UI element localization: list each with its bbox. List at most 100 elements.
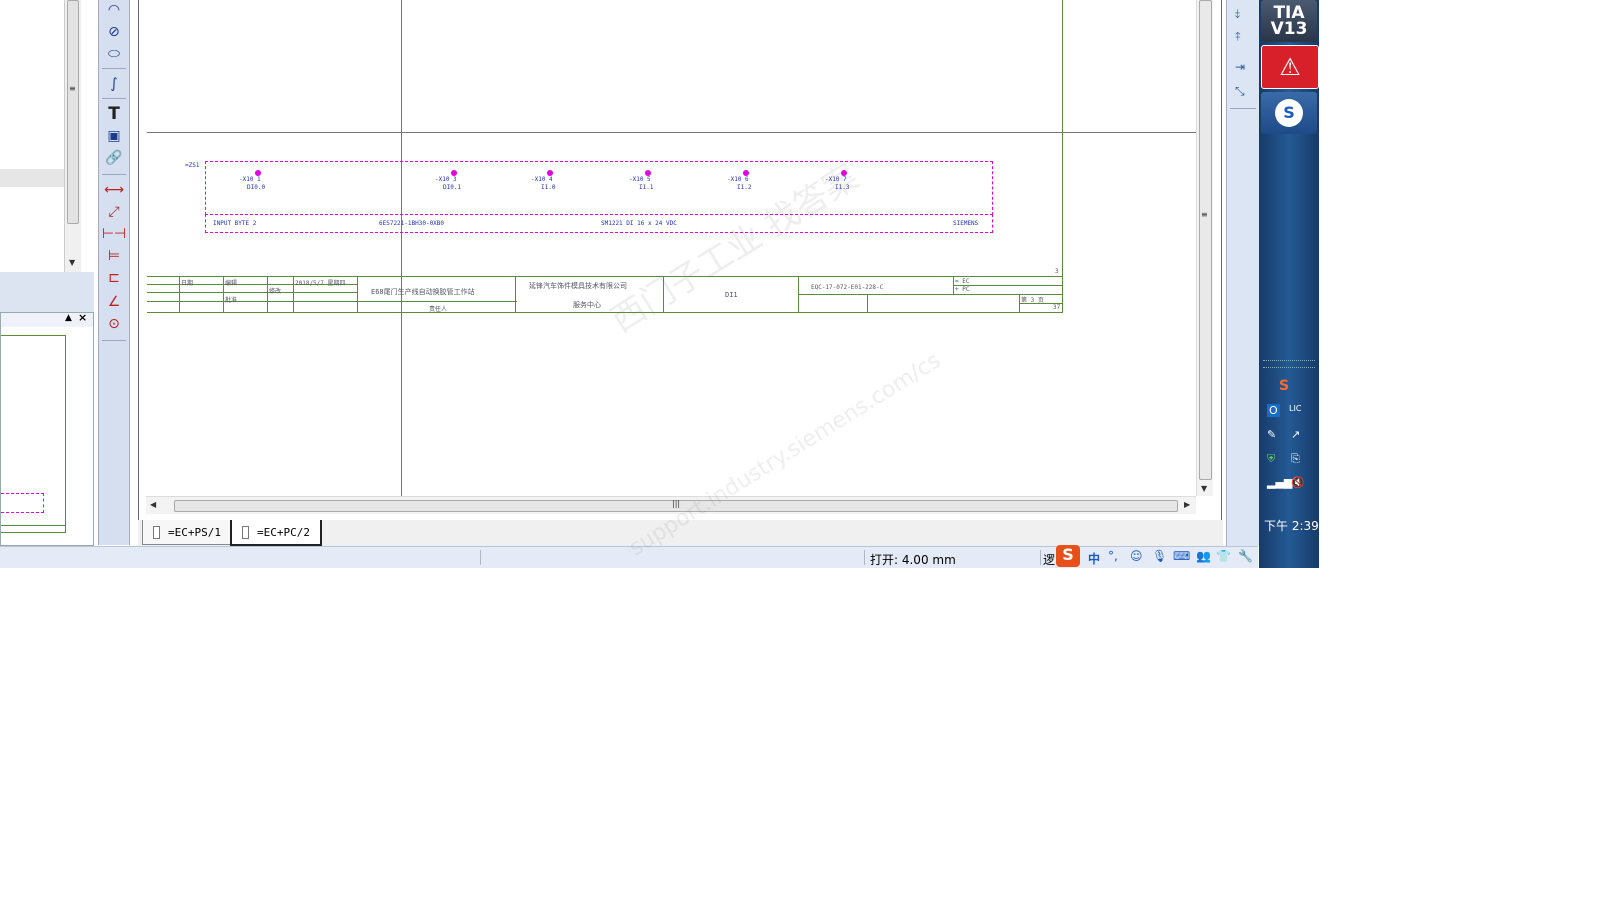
panel-close-icon[interactable]: ×	[78, 311, 87, 324]
terminal-id: -X10 1	[239, 176, 261, 183]
device-tag[interactable]: =ZS1	[185, 162, 199, 169]
dimension-linear-tool-icon[interactable]: ⟷	[103, 180, 125, 200]
tb-row-label: 编辑	[225, 280, 238, 287]
keyboard-icon[interactable]: ⌨	[1173, 549, 1190, 563]
panel-pin-icon[interactable]: ▲	[65, 313, 72, 323]
dimension-radius-tool-icon[interactable]: ⊙	[103, 314, 125, 334]
canvas-horizontal-scrollbar[interactable]: ◀ ||| ▶	[146, 496, 1196, 514]
input-byte-label: INPUT BYTE 2	[213, 220, 257, 227]
tb-dept: 服务中心	[573, 301, 601, 309]
usb-tray-icon[interactable]: ⎘	[1291, 452, 1300, 466]
tb-field-ec: = EC	[955, 278, 970, 285]
connection-toolbar: ⤈ ⤉ ⇥ ⤡	[1226, 0, 1259, 546]
ime-text: 逻	[1043, 553, 1056, 567]
scroll-right-arrow-icon[interactable]: ▶	[1184, 500, 1190, 509]
tb-company: 延锋汽车饰件模具技术有限公司	[529, 282, 627, 290]
signal-tray-icon[interactable]: ▂▄▆	[1267, 476, 1292, 489]
punctuation-icon[interactable]: °,	[1108, 549, 1118, 563]
spline-tool-icon[interactable]: ∫	[103, 74, 125, 94]
sogou-taskbar-button[interactable]: S	[1261, 92, 1317, 134]
canvas-vscroll-thumb[interactable]	[1199, 0, 1212, 480]
connection-up-icon[interactable]: ⤉	[1235, 30, 1240, 45]
network-tool-tray-icon[interactable]: ↗	[1291, 428, 1300, 441]
terminal-symbol[interactable]: -X10 3 DI0.1	[435, 168, 495, 198]
volume-muted-icon[interactable]: 🔇	[1291, 476, 1305, 489]
tb-page-of: 第 3 页	[1021, 297, 1044, 304]
skin-icon[interactable]: 👕	[1216, 549, 1231, 563]
graphical-preview-panel: ▲ ×	[0, 311, 94, 546]
tb-row-label: 责任人	[429, 306, 448, 313]
grip-icon: ≡	[1201, 210, 1208, 219]
tab-label: =EC+PS/1	[168, 525, 221, 539]
settings-wrench-icon[interactable]: 🔧	[1238, 549, 1253, 563]
tb-date: 2018/5/7 星期四	[295, 280, 346, 287]
terminal-sub: DI0.0	[247, 184, 266, 191]
eplan-taskbar-button[interactable]: ⚠	[1261, 45, 1319, 89]
outlook-tray-icon[interactable]: O	[1267, 404, 1280, 417]
dimension-angle-tool-icon[interactable]: ∠	[103, 292, 125, 312]
tb-field-pc: + PC	[955, 286, 970, 293]
channel-label: I1.0	[541, 184, 556, 191]
tree-scroll-thumb[interactable]	[67, 0, 79, 224]
dimension-chain-tool-icon[interactable]: ⊢⊣	[102, 224, 126, 244]
panel-splitter[interactable]	[0, 272, 94, 312]
terminal-id: -X10 7	[825, 176, 847, 183]
terminal-symbol[interactable]: -X10 4 I1.0	[531, 168, 591, 198]
link-tool-icon[interactable]: 🔗	[103, 148, 125, 168]
connection-diagonal-icon[interactable]: ⤡	[1235, 84, 1245, 99]
connection-down-icon[interactable]: ⤈	[1235, 6, 1240, 21]
tab-ec-pc-2[interactable]: =EC+PC/2	[230, 520, 322, 546]
part-number-label: 6ES7221-1BH30-0XB0	[379, 220, 445, 227]
schematic-canvas[interactable]: =ZS1 -X10 1 DI0.0 -X10 3 DI0.1 -X10 4 I1…	[138, 0, 1222, 521]
image-tool-icon[interactable]: ▣	[103, 126, 125, 146]
status-open-value: 打开: 4.00 mm	[870, 553, 956, 567]
user-icon[interactable]: 👥	[1196, 549, 1211, 563]
terminal-symbol[interactable]: -X10 6 I1.2	[727, 168, 787, 198]
canvas-vertical-scrollbar[interactable]: ≡ ▼	[1196, 0, 1213, 496]
terminal-symbol[interactable]: -X10 7 I1.3	[825, 168, 885, 198]
channel-label: I1.1	[639, 184, 654, 191]
scroll-left-arrow-icon[interactable]: ◀	[150, 500, 156, 509]
terminal-id: -X10 5	[629, 176, 651, 183]
tia-version: V13	[1270, 19, 1308, 39]
security-tray-icon[interactable]: ⛨	[1267, 452, 1275, 466]
tab-ec-ps-1[interactable]: =EC+PS/1	[142, 520, 232, 545]
terminal-id: -X10 6	[727, 176, 749, 183]
sogou-tray-icon[interactable]: S	[1279, 378, 1289, 394]
tool-tray-icon[interactable]: ✎	[1267, 428, 1276, 441]
tree-vertical-scrollbar[interactable]: ≡ ▼	[64, 0, 81, 272]
terminal-symbol[interactable]: -X10 1 DI0.0	[239, 168, 299, 198]
tb-drawing-no: EQC-17-072-E01-228-C	[811, 284, 884, 291]
terminal-point-icon	[451, 170, 457, 176]
grip-icon: |||	[672, 499, 681, 508]
connection-right-icon[interactable]: ⇥	[1235, 60, 1245, 74]
module-label-box[interactable]	[205, 214, 993, 233]
selected-tree-row[interactable]	[0, 169, 64, 187]
tb-page-title: DI1	[725, 291, 738, 299]
dimension-aligned-tool-icon[interactable]: ⤢	[103, 202, 125, 222]
sogou-ime-icon[interactable]: S	[1056, 545, 1080, 567]
sheet-number: 3	[1055, 268, 1059, 275]
terminal-symbol[interactable]: -X10 5 I1.1	[629, 168, 689, 198]
microphone-icon[interactable]: 🎙	[1152, 549, 1167, 563]
terminal-point-icon	[841, 170, 847, 176]
emoji-icon[interactable]: ☺	[1130, 549, 1143, 563]
text-tool-icon[interactable]: T	[103, 104, 125, 124]
tb-row-label: 日期	[181, 280, 194, 287]
dimension-baseline-tool-icon[interactable]: ⊏	[103, 268, 125, 288]
page-icon	[242, 525, 250, 539]
clock[interactable]: 下午 2:39	[1264, 517, 1319, 534]
preview-box	[1, 493, 44, 513]
scroll-down-arrow-icon[interactable]: ▼	[1201, 484, 1207, 493]
dimension-increment-tool-icon[interactable]: ⊨	[103, 246, 125, 266]
ellipse-tool-icon[interactable]: ⬭	[103, 44, 125, 64]
circle-center-tool-icon[interactable]: ⊘	[103, 22, 125, 42]
tb-row-label: 批准	[225, 297, 238, 304]
license-tray-icon[interactable]: LIC	[1289, 404, 1301, 413]
terminal-id: -X10 4	[531, 176, 553, 183]
tia-portal-taskbar-button[interactable]: TIA V13	[1261, 0, 1317, 42]
ime-lang[interactable]: 中	[1088, 550, 1100, 567]
terminal-sub: DI0.1	[443, 184, 462, 191]
scroll-down-arrow-icon[interactable]: ▼	[69, 258, 75, 267]
arc-tool-icon[interactable]: ◠	[103, 0, 125, 20]
